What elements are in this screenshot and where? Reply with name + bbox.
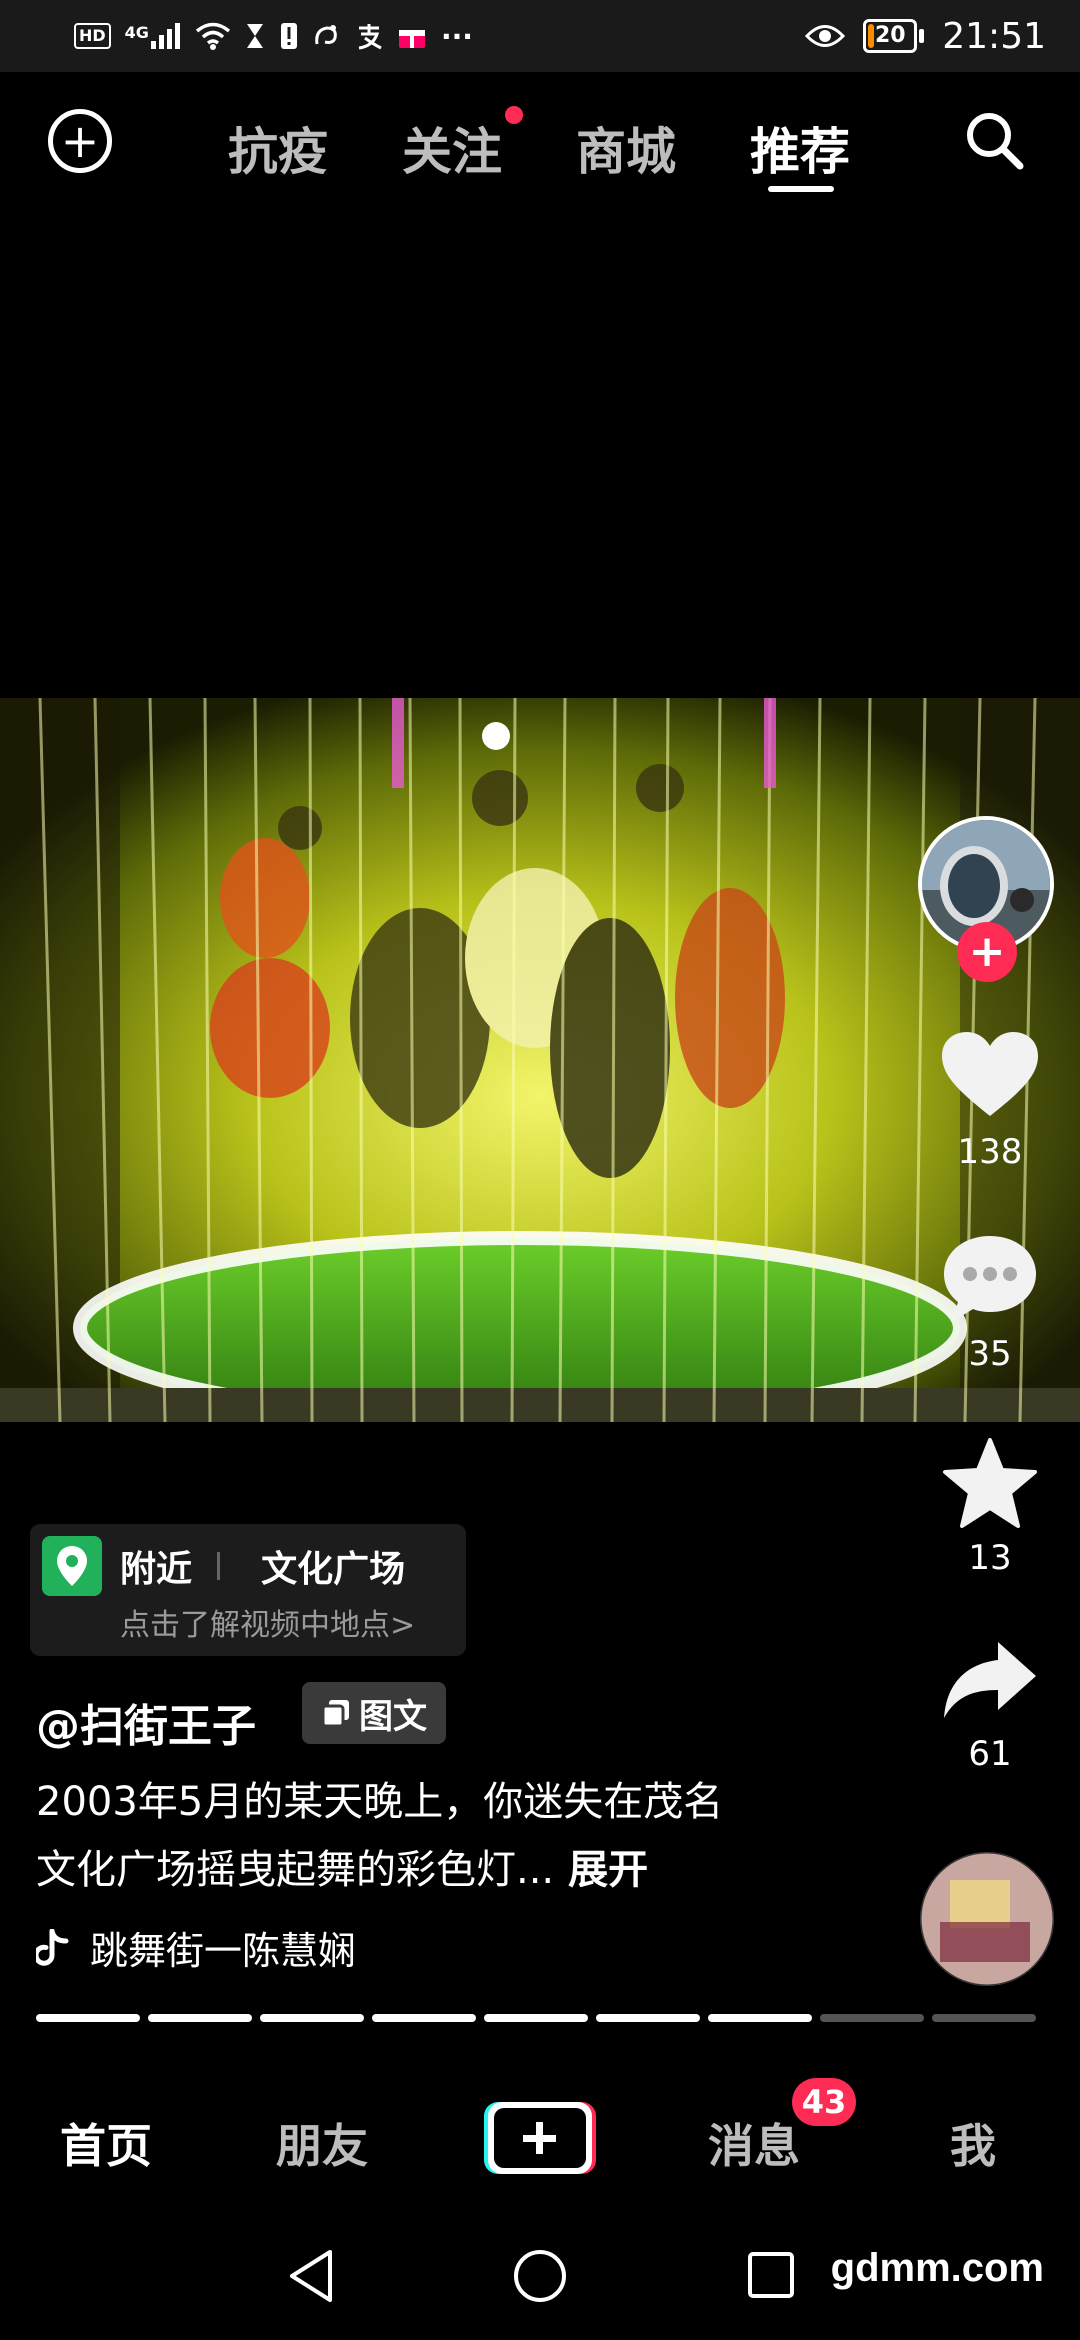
location-separator	[217, 1552, 220, 1580]
like-count: 138	[957, 1132, 1023, 1172]
comment-icon[interactable]	[940, 1232, 1040, 1328]
clock: 21:51	[942, 15, 1046, 57]
location-pin-icon	[42, 1536, 102, 1596]
location-title: 附近 文化广场	[120, 1540, 405, 1592]
expand-button[interactable]: 展开	[568, 1847, 648, 1893]
signal-icon: 4G	[125, 23, 181, 49]
post-type-tag: 图文	[302, 1682, 446, 1744]
post-image[interactable]	[0, 698, 1080, 1422]
image-text-icon	[321, 1700, 349, 1728]
progress-segment	[708, 2014, 812, 2022]
battery-level: 20	[874, 23, 906, 48]
share-count: 61	[968, 1734, 1012, 1774]
back-icon[interactable]	[286, 2248, 336, 2304]
music-info[interactable]: 跳舞街一陈慧娴	[36, 1920, 356, 1975]
wifi-icon	[195, 22, 231, 50]
favorite-count: 13	[968, 1538, 1012, 1578]
share-icon[interactable]	[940, 1638, 1040, 1724]
alipay-icon	[358, 24, 382, 50]
progress-segment	[36, 2014, 140, 2022]
network-label: 4G	[124, 23, 149, 42]
nav-messages[interactable]: 消息	[708, 2110, 800, 2176]
like-icon[interactable]	[940, 1030, 1040, 1120]
nav-friends[interactable]: 朋友	[276, 2110, 368, 2176]
add-circle-icon[interactable]: +	[48, 109, 112, 173]
progress-segment	[484, 2014, 588, 2022]
follow-button[interactable]: +	[957, 922, 1017, 982]
status-bar: HD 4G ··· 20 21:51	[0, 0, 1080, 72]
hd-icon: HD	[74, 23, 111, 49]
post-progress	[36, 2014, 1036, 2022]
tab-anti-epidemic[interactable]: 抗疫	[228, 112, 328, 184]
author-name[interactable]: @扫街王子	[36, 1690, 256, 1754]
home-icon[interactable]	[512, 2248, 568, 2304]
nav-home[interactable]: 首页	[60, 2110, 152, 2176]
search-icon[interactable]	[962, 108, 1026, 172]
tab-recommended[interactable]: 推荐	[750, 112, 850, 184]
recent-apps-icon[interactable]	[746, 2250, 796, 2300]
hourglass-icon	[246, 24, 263, 48]
more-icon: ···	[440, 19, 473, 53]
messages-badge: 43	[792, 2078, 856, 2126]
music-title: 跳舞街一陈慧娴	[90, 1929, 357, 1973]
post-description: 2003年5月的某天晚上，你迷失在茂名文化广场摇曳起舞的彩色灯... 展开	[36, 1768, 756, 1904]
app-icon	[315, 25, 337, 45]
post-type-label: 图文	[359, 1696, 427, 1737]
progress-segment	[148, 2014, 252, 2022]
new-content-dot	[505, 106, 523, 124]
favorite-icon[interactable]	[940, 1436, 1040, 1532]
active-tab-indicator	[768, 186, 834, 192]
tab-following[interactable]: 关注	[402, 112, 502, 184]
comment-count: 35	[968, 1334, 1012, 1374]
progress-segment	[932, 2014, 1036, 2022]
top-nav: + 抗疫 关注 商城 推荐	[0, 72, 1080, 212]
nav-me[interactable]: 我	[950, 2110, 996, 2176]
progress-segment	[820, 2014, 924, 2022]
battery-icon: 20	[863, 19, 925, 53]
gift-icon	[398, 30, 425, 48]
progress-segment	[260, 2014, 364, 2022]
tab-mall[interactable]: 商城	[576, 112, 676, 184]
location-subtitle: 点击了解视频中地点>	[120, 1608, 416, 1643]
music-note-icon	[36, 1928, 69, 1966]
status-icons-right: 20 21:51	[805, 10, 1046, 62]
watermark: gdmm.com	[830, 2246, 1044, 2290]
create-post-button[interactable]	[482, 2098, 596, 2176]
eye-icon	[805, 25, 846, 47]
location-nearby: 附近	[120, 1549, 193, 1590]
music-disc[interactable]	[920, 1852, 1054, 1986]
status-icons-left: HD 4G ···	[74, 14, 473, 58]
alert-icon	[280, 23, 297, 49]
bottom-nav: 首页 朋友 消息 43 我	[0, 2070, 1080, 2210]
progress-segment	[596, 2014, 700, 2022]
progress-segment	[372, 2014, 476, 2022]
location-place: 文化广场	[261, 1549, 406, 1590]
